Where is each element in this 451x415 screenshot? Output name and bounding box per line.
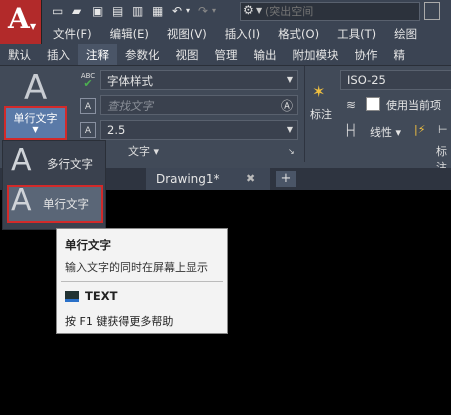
print-icon[interactable]: ▥ bbox=[132, 3, 143, 19]
text-a-icon: A bbox=[11, 143, 32, 178]
undo-dropdown-icon[interactable]: ▾ bbox=[186, 3, 190, 19]
text-height-icon[interactable]: A bbox=[80, 122, 96, 138]
find-text-icon[interactable]: A bbox=[80, 98, 96, 114]
dim-layer-value[interactable]: 使用当前项 bbox=[386, 97, 441, 113]
tooltip-title: 单行文字 bbox=[65, 238, 111, 252]
tab-output[interactable]: 输出 bbox=[246, 44, 285, 65]
plot-icon[interactable]: ▦ bbox=[152, 3, 163, 19]
linear-dimension-icon: ├┤ bbox=[344, 124, 358, 137]
window-icon[interactable] bbox=[424, 2, 440, 20]
gear-icon: ⚙ bbox=[243, 3, 254, 17]
single-line-text-button[interactable]: 单行文字 ▼ bbox=[4, 106, 67, 140]
text-height-select[interactable]: 2.5 ▼ bbox=[100, 120, 298, 140]
menu-insert[interactable]: 插入(I) bbox=[216, 24, 269, 44]
text-a-icon: A bbox=[24, 68, 48, 108]
spell-check-icon[interactable]: ABC ✔ bbox=[80, 72, 96, 89]
single-line-text-label: 单行文字 bbox=[43, 197, 89, 211]
save-as-icon[interactable]: ▤ bbox=[112, 3, 123, 19]
dimension-panel-title[interactable]: 标注 bbox=[436, 144, 451, 174]
open-folder-icon[interactable]: ▰ bbox=[72, 3, 81, 19]
menu-draw[interactable]: 绘图 bbox=[385, 24, 426, 44]
tooltip-help: 按 F1 键获得更多帮助 bbox=[65, 315, 174, 328]
tooltip-divider bbox=[61, 281, 223, 282]
redo-dropdown-icon[interactable]: ▾ bbox=[212, 3, 216, 19]
workspace-input[interactable] bbox=[265, 4, 415, 19]
multiline-text-label: 多行文字 bbox=[47, 157, 93, 171]
tab-parametric[interactable]: 参数化 bbox=[117, 44, 168, 65]
continue-dimension-icon[interactable]: ⊢ bbox=[438, 123, 448, 136]
autocad-logo: A bbox=[8, 2, 30, 35]
chevron-down-icon: ▼ bbox=[256, 6, 263, 15]
menu-file[interactable]: 文件(F) bbox=[44, 24, 101, 44]
text-type-dropdown: A 多行文字 A 单行文字 bbox=[2, 140, 106, 230]
tooltip-command: TEXT bbox=[85, 289, 118, 303]
dimension-button-label[interactable]: 标注 bbox=[310, 106, 332, 122]
command-tooltip: 单行文字 输入文字的同时在屏幕上显示 TEXT 按 F1 键获得更多帮助 bbox=[56, 228, 228, 334]
linear-dimension-button[interactable]: 线性 ▾ bbox=[370, 124, 401, 140]
chevron-down-icon: ▼ bbox=[32, 125, 39, 134]
menu-edit[interactable]: 编辑(E) bbox=[101, 24, 158, 44]
undo-icon[interactable]: ↶ bbox=[172, 3, 182, 19]
workspace-selector[interactable]: ⚙ ▼ bbox=[240, 2, 420, 21]
text-style-select[interactable]: 字体样式 ▼ bbox=[100, 70, 298, 90]
text-style-value: 字体样式 bbox=[107, 74, 153, 88]
menu-format[interactable]: 格式(O) bbox=[269, 24, 328, 44]
panel-launcher-icon[interactable]: ↘ bbox=[288, 144, 295, 160]
tooltip-description: 输入文字的同时在屏幕上显示 bbox=[65, 261, 208, 274]
tab-drawing1[interactable]: Drawing1* ✖ bbox=[146, 168, 270, 190]
save-icon[interactable]: ▣ bbox=[92, 3, 103, 19]
quick-dimension-icon[interactable]: |⚡ bbox=[414, 123, 425, 136]
panel-divider bbox=[304, 66, 305, 162]
tab-featured[interactable]: 精 bbox=[386, 44, 414, 65]
command-line-icon bbox=[65, 291, 79, 302]
tab-collaborate[interactable]: 协作 bbox=[347, 44, 386, 65]
new-file-icon[interactable]: ▭ bbox=[52, 3, 63, 19]
color-swatch[interactable] bbox=[366, 97, 380, 111]
find-text-placeholder: 查找文字 bbox=[107, 99, 153, 113]
menu-bar: 文件(F) 编辑(E) 视图(V) 插入(I) 格式(O) 工具(T) 绘图 bbox=[44, 24, 426, 44]
dim-style-value: ISO-25 bbox=[347, 73, 386, 87]
tab-insert[interactable]: 插入 bbox=[39, 44, 78, 65]
tab-manage[interactable]: 管理 bbox=[207, 44, 246, 65]
ribbon-tabs: 默认 插入 注释 参数化 视图 管理 输出 附加模块 协作 精 bbox=[0, 44, 451, 66]
chevron-down-icon: ▼ bbox=[30, 22, 37, 31]
application-menu-button[interactable]: A ▼ bbox=[0, 0, 42, 44]
tab-annotate[interactable]: 注释 bbox=[78, 44, 117, 65]
dim-style-select[interactable]: ISO-25 bbox=[340, 70, 451, 90]
redo-icon[interactable]: ↷ bbox=[198, 3, 208, 19]
chevron-down-icon: ▼ bbox=[286, 75, 293, 84]
menu-tools[interactable]: 工具(T) bbox=[328, 24, 385, 44]
text-panel-title[interactable]: 文字 ▾ bbox=[128, 144, 159, 160]
tab-addins[interactable]: 附加模块 bbox=[285, 44, 347, 65]
dropdown-item-multiline-text[interactable]: A 多行文字 bbox=[7, 143, 103, 183]
chevron-down-icon: ▼ bbox=[286, 125, 293, 134]
new-drawing-tab-button[interactable]: + bbox=[276, 171, 296, 187]
title-bar: A ▼ ▭ ▰ ▣ ▤ ▥ ▦ ↶ ▾ ↷ ▾ ⚙ ▼ 文件(F) 编辑(E) … bbox=[0, 0, 451, 44]
text-a-icon: A bbox=[11, 183, 32, 218]
search-icon[interactable]: Ⓐ bbox=[281, 97, 293, 114]
text-height-value: 2.5 bbox=[107, 123, 126, 137]
close-icon[interactable]: ✖ bbox=[246, 172, 255, 185]
single-line-text-label: 单行文字 bbox=[13, 112, 58, 125]
dropdown-item-single-line-text[interactable]: A 单行文字 bbox=[7, 183, 103, 223]
dimension-icon[interactable]: ✶ bbox=[312, 82, 325, 101]
drawing-tab-label: Drawing1* bbox=[156, 172, 220, 186]
menu-view[interactable]: 视图(V) bbox=[158, 24, 216, 44]
tab-view[interactable]: 视图 bbox=[168, 44, 207, 65]
find-text-input[interactable]: 查找文字 Ⓐ bbox=[100, 95, 298, 115]
layers-icon[interactable]: ≋ bbox=[346, 98, 356, 112]
tab-default[interactable]: 默认 bbox=[0, 44, 39, 65]
